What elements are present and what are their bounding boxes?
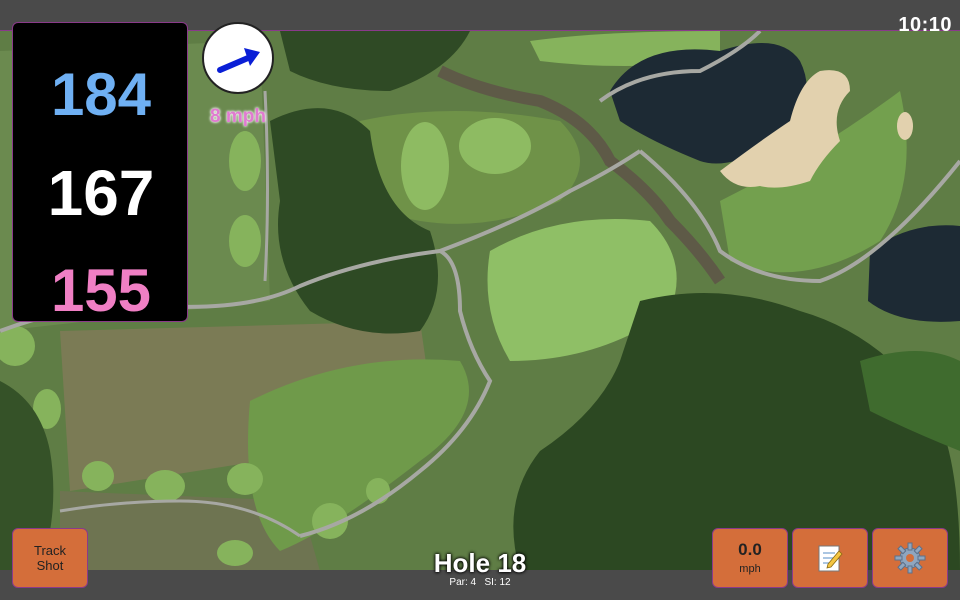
hole-info: Par: 4 SI: 12 [380, 577, 580, 589]
wind-direction-indicator [202, 22, 274, 94]
distance-panel: 184 167 155 [12, 22, 188, 322]
front-distance: 155 [50, 257, 152, 324]
wind-direction-arrow-icon [217, 48, 260, 73]
track-shot-button[interactable]: Track Shot [12, 528, 88, 588]
back-distance: 184 [50, 61, 152, 128]
gear-icon [894, 542, 926, 574]
speed-unit: mph [739, 563, 761, 575]
track-shot-label: Track Shot [33, 543, 67, 573]
wind-speed-label: 8 mph [210, 106, 266, 127]
status-clock: 10:10 [898, 14, 952, 36]
speed-button[interactable]: 0.0 mph [712, 528, 788, 588]
settings-button[interactable] [872, 528, 948, 588]
speed-value: 0.0 [738, 540, 762, 559]
hole-stroke-index: SI: 12 [484, 577, 511, 588]
notes-button[interactable] [792, 528, 868, 588]
hole-par: Par: 4 [449, 577, 477, 588]
notepad-icon [818, 545, 843, 572]
center-distance: 167 [47, 157, 155, 229]
hole-title: Hole 18 [433, 548, 527, 578]
